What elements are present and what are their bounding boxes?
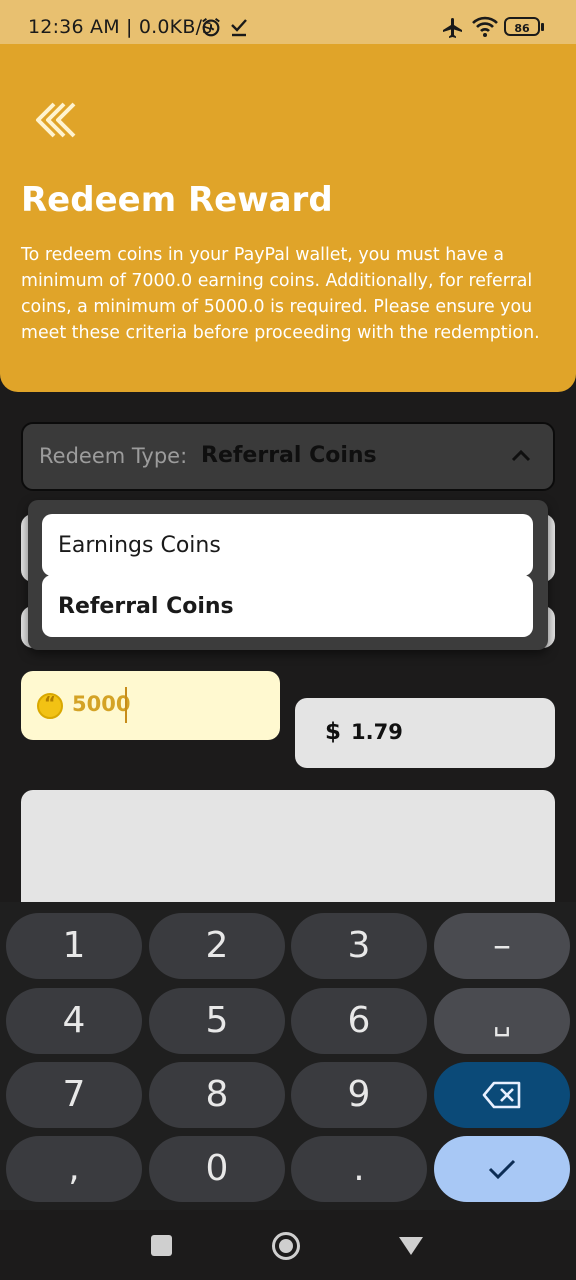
key-5[interactable]: 5 — [149, 988, 285, 1054]
confirm-key[interactable] — [434, 1136, 570, 1202]
dropdown-option-label: Referral Coins — [58, 594, 234, 619]
coins-input[interactable]: 5000 — [21, 671, 280, 740]
key-minus[interactable]: – — [434, 913, 570, 979]
back-triangle-icon[interactable] — [398, 1236, 424, 1256]
key-comma[interactable]: , — [6, 1136, 142, 1202]
dropdown-option-referral[interactable]: Referral Coins — [42, 575, 533, 637]
redeem-type-select[interactable]: Redeem Type: Referral Coins — [21, 422, 555, 491]
key-8[interactable]: 8 — [149, 1062, 285, 1128]
alarm-icon — [202, 17, 220, 37]
battery-tip — [541, 23, 544, 31]
recents-icon[interactable] — [151, 1235, 172, 1256]
dollar-amount-field: $ 1.79 — [295, 698, 555, 768]
key-3[interactable]: 3 — [291, 913, 427, 979]
dropdown-option-label: Earnings Coins — [58, 533, 221, 558]
page-title: Redeem Reward — [21, 180, 333, 220]
redeem-type-value: Referral Coins — [201, 443, 377, 468]
key-0[interactable]: 0 — [149, 1136, 285, 1202]
text-cursor — [125, 687, 127, 723]
wifi-icon — [472, 16, 498, 37]
battery-level: 86 — [514, 22, 530, 35]
navigation-bar — [0, 1210, 576, 1280]
note-field[interactable] — [21, 790, 555, 920]
key-4[interactable]: 4 — [6, 988, 142, 1054]
key-9[interactable]: 9 — [291, 1062, 427, 1128]
dollar-icon: $ — [325, 719, 342, 745]
home-dot — [279, 1239, 293, 1253]
status-time: 12:36 AM | 0.0KB/s — [28, 16, 213, 38]
airplane-mode-icon — [443, 18, 462, 38]
key-2[interactable]: 2 — [149, 913, 285, 979]
checkmark-icon — [488, 1159, 516, 1180]
battery-icon: 86 — [504, 17, 540, 36]
key-period[interactable]: . — [291, 1136, 427, 1202]
numeric-keyboard: 1 2 3 – 4 5 6 ␣ 7 8 9 , 0 . — [0, 902, 576, 1220]
backspace-icon — [482, 1081, 521, 1109]
key-6[interactable]: 6 — [291, 988, 427, 1054]
dropdown-option-earnings[interactable]: Earnings Coins — [42, 514, 533, 576]
coin-icon — [37, 693, 63, 719]
key-space[interactable]: ␣ — [434, 988, 570, 1054]
header-panel: Redeem Reward To redeem coins in your Pa… — [0, 44, 576, 392]
back-arrow-icon[interactable] — [32, 100, 80, 140]
chevron-up-icon — [511, 449, 531, 462]
home-icon[interactable] — [272, 1232, 300, 1260]
redeem-type-dropdown: Earnings Coins Referral Coins — [28, 500, 548, 650]
key-1[interactable]: 1 — [6, 913, 142, 979]
dollar-value: 1.79 — [351, 720, 403, 744]
backspace-key[interactable] — [434, 1062, 570, 1128]
key-7[interactable]: 7 — [6, 1062, 142, 1128]
coins-value: 5000 — [72, 692, 131, 716]
page-description: To redeem coins in your PayPal wallet, y… — [21, 245, 540, 343]
redeem-type-label: Redeem Type: — [39, 444, 188, 468]
download-done-icon — [231, 19, 247, 37]
